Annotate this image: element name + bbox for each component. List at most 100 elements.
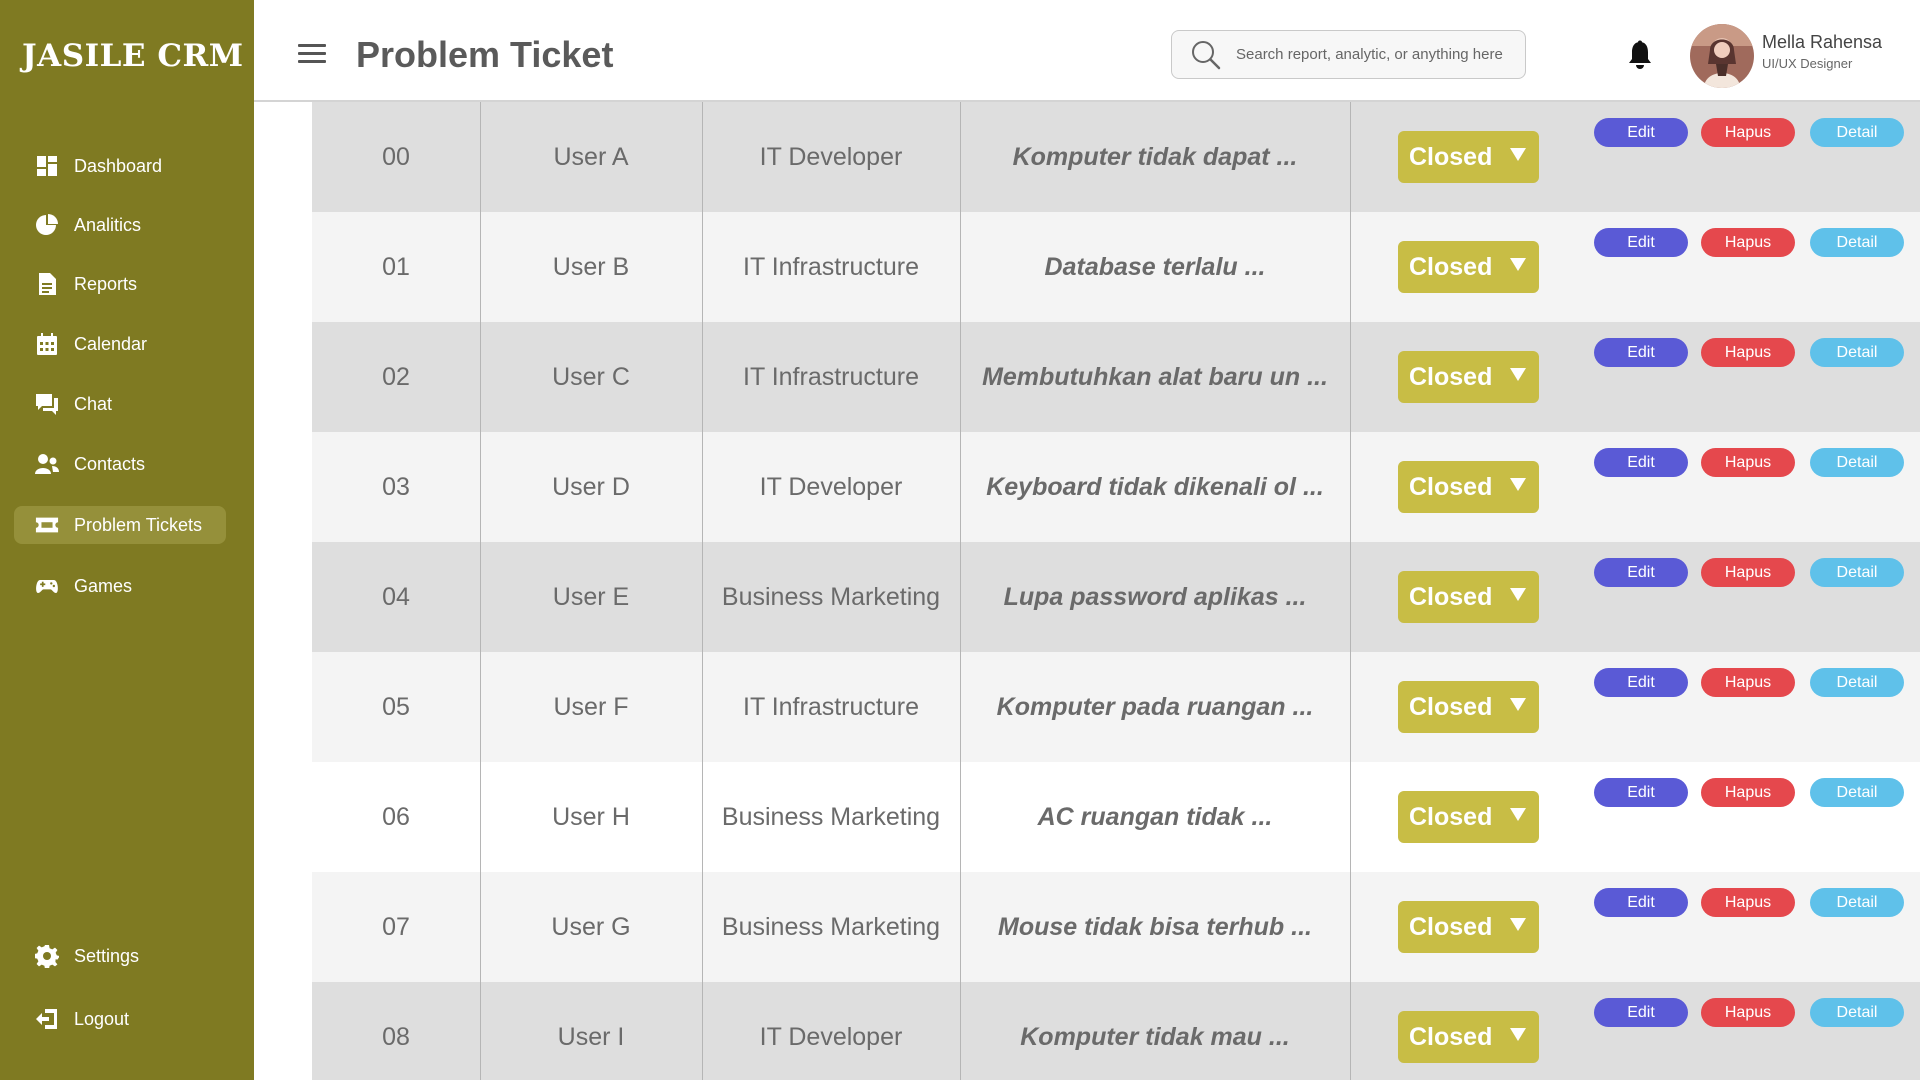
- status-dropdown[interactable]: Closed: [1398, 791, 1539, 843]
- sidebar-item-label: Dashboard: [74, 155, 163, 176]
- detail-button[interactable]: Detail: [1810, 558, 1904, 587]
- brand-logo[interactable]: JASILE CRM: [22, 38, 244, 74]
- status-dropdown[interactable]: Closed: [1398, 1011, 1539, 1063]
- edit-button[interactable]: Edit: [1594, 668, 1688, 697]
- sidebar-item-reports[interactable]: Reports: [14, 265, 226, 303]
- ticket-description: Komputer tidak mau ...: [1020, 1022, 1290, 1051]
- ticket-user: User B: [552, 252, 630, 281]
- hapus-button[interactable]: Hapus: [1701, 448, 1795, 477]
- detail-button[interactable]: Detail: [1810, 778, 1904, 807]
- edit-button[interactable]: Edit: [1594, 118, 1688, 147]
- search-bar[interactable]: [1171, 30, 1526, 79]
- hapus-button[interactable]: Hapus: [1701, 778, 1795, 807]
- status-label: Closed: [1409, 362, 1493, 391]
- sidebar-item-analitics[interactable]: Analitics: [14, 206, 226, 244]
- column-divider: [480, 102, 481, 1080]
- ticket-number: 01: [382, 252, 410, 281]
- gamepad-icon: [34, 573, 60, 599]
- caret-down-icon: [1510, 588, 1526, 601]
- ticket-description: AC ruangan tidak ...: [1037, 802, 1273, 831]
- status-dropdown[interactable]: Closed: [1398, 461, 1539, 513]
- detail-button[interactable]: Detail: [1810, 338, 1904, 367]
- hapus-button[interactable]: Hapus: [1701, 668, 1795, 697]
- table-row: 04 User E Business Marketing Lupa password …: [312, 542, 1920, 652]
- detail-button[interactable]: Detail: [1810, 668, 1904, 697]
- pie-chart-icon: [34, 212, 60, 238]
- caret-down-icon: [1510, 478, 1526, 491]
- sidebar: JASILE CRM Dashboard Analitics Reports C…: [0, 0, 254, 1080]
- notification-bell-icon[interactable]: [1626, 40, 1654, 70]
- status-dropdown[interactable]: Closed: [1398, 131, 1539, 183]
- hapus-button[interactable]: Hapus: [1701, 888, 1795, 917]
- search-input[interactable]: [1236, 46, 1516, 63]
- detail-button[interactable]: Detail: [1810, 118, 1904, 147]
- sidebar-item-logout[interactable]: Logout: [14, 1000, 226, 1038]
- caret-down-icon: [1510, 258, 1526, 271]
- ticket-number: 06: [382, 802, 410, 831]
- ticket-department: Business Marketing: [721, 912, 941, 941]
- status-dropdown[interactable]: Closed: [1398, 681, 1539, 733]
- app: JASILE CRM Dashboard Analitics Reports C…: [0, 0, 1920, 1080]
- status-dropdown[interactable]: Closed: [1398, 571, 1539, 623]
- sidebar-item-label: Chat: [74, 393, 113, 414]
- edit-button[interactable]: Edit: [1594, 228, 1688, 257]
- status-label: Closed: [1409, 582, 1493, 611]
- hamburger-menu-icon[interactable]: [298, 44, 326, 64]
- status-dropdown[interactable]: Closed: [1398, 241, 1539, 293]
- contacts-icon: [34, 451, 60, 477]
- detail-button[interactable]: Detail: [1810, 888, 1904, 917]
- caret-down-icon: [1510, 808, 1526, 821]
- edit-button[interactable]: Edit: [1594, 778, 1688, 807]
- detail-button[interactable]: Detail: [1810, 228, 1904, 257]
- sidebar-item-label: Settings: [74, 945, 140, 966]
- ticket-number: 05: [382, 692, 410, 721]
- sidebar-item-dashboard[interactable]: Dashboard: [14, 147, 226, 185]
- ticket-department: Business Marketing: [721, 582, 941, 611]
- ticket-department: IT Infrastructure: [743, 362, 919, 391]
- sidebar-item-calendar[interactable]: Calendar: [14, 325, 226, 363]
- ticket-user: User H: [552, 802, 630, 831]
- status-label: Closed: [1409, 472, 1493, 501]
- ticket-department: IT Developer: [759, 1022, 903, 1051]
- sidebar-item-label: Analitics: [74, 214, 142, 235]
- hapus-button[interactable]: Hapus: [1701, 118, 1795, 147]
- table-row: 02 User C IT Infrastructure Membutuhkan ala…: [312, 322, 1920, 432]
- sidebar-item-contacts[interactable]: Contacts: [14, 445, 226, 483]
- user-role: UI/UX Designer: [1762, 56, 1853, 71]
- sidebar-item-problem-tickets[interactable]: Problem Tickets: [14, 506, 226, 544]
- document-icon: [34, 271, 60, 297]
- sidebar-item-label: Logout: [74, 1008, 130, 1029]
- ticket-icon: [34, 512, 60, 538]
- ticket-department: IT Infrastructure: [743, 692, 919, 721]
- hapus-button[interactable]: Hapus: [1701, 998, 1795, 1027]
- hapus-button[interactable]: Hapus: [1701, 338, 1795, 367]
- sidebar-item-chat[interactable]: Chat: [14, 385, 226, 423]
- edit-button[interactable]: Edit: [1594, 998, 1688, 1027]
- status-dropdown[interactable]: Closed: [1398, 901, 1539, 953]
- edit-button[interactable]: Edit: [1594, 448, 1688, 477]
- hapus-button[interactable]: Hapus: [1701, 558, 1795, 587]
- avatar[interactable]: [1690, 24, 1754, 88]
- ticket-description: Keyboard tidak dikenali ol ...: [986, 472, 1324, 501]
- ticket-description: Mouse tidak bisa terhub ...: [998, 912, 1312, 941]
- edit-button[interactable]: Edit: [1594, 338, 1688, 367]
- ticket-user: User A: [553, 142, 629, 171]
- edit-button[interactable]: Edit: [1594, 888, 1688, 917]
- caret-down-icon: [1510, 918, 1526, 931]
- sidebar-item-games[interactable]: Games: [14, 567, 226, 605]
- sidebar-item-label: Calendar: [74, 333, 148, 354]
- sidebar-item-settings[interactable]: Settings: [14, 937, 226, 975]
- search-icon[interactable]: [1190, 39, 1222, 71]
- ticket-user: User C: [552, 362, 630, 391]
- column-divider: [1350, 102, 1351, 1080]
- detail-button[interactable]: Detail: [1810, 448, 1904, 477]
- chat-icon: [34, 391, 60, 417]
- detail-button[interactable]: Detail: [1810, 998, 1904, 1027]
- ticket-number: 02: [382, 362, 410, 391]
- table-row: 01 User B IT Infrastructure Database terlal…: [312, 212, 1920, 322]
- ticket-number: 04: [382, 582, 410, 611]
- top-header: Problem Ticket Mella Rahensa UI/UX Desig…: [254, 0, 1920, 102]
- status-dropdown[interactable]: Closed: [1398, 351, 1539, 403]
- edit-button[interactable]: Edit: [1594, 558, 1688, 587]
- hapus-button[interactable]: Hapus: [1701, 228, 1795, 257]
